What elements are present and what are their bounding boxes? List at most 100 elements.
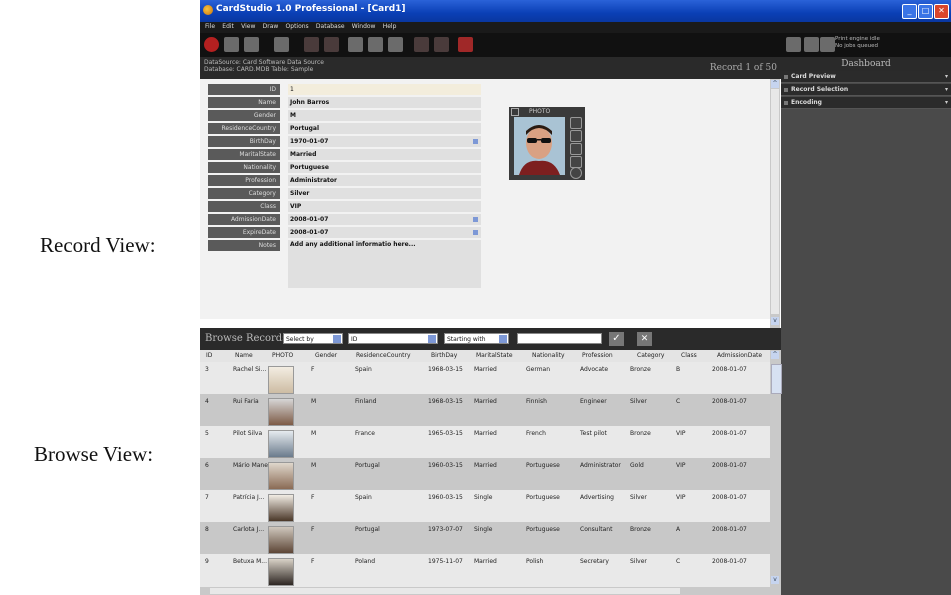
title-bar[interactable]: CardStudio 1.0 Professional - [Card1] _ …	[200, 0, 951, 22]
window-title: CardStudio 1.0 Professional - [Card1]	[216, 4, 406, 14]
select-by-dropdown[interactable]: Select by	[283, 333, 343, 344]
field-value-nationality[interactable]: Portuguese	[288, 162, 481, 173]
app-menu-icon[interactable]	[204, 37, 219, 52]
cell-nationality: German	[526, 366, 551, 373]
select-by-value: Select by	[286, 336, 314, 343]
play-icon[interactable]	[804, 37, 819, 52]
scroll-down-arrow[interactable]: v	[771, 576, 779, 584]
field-dropdown[interactable]: ID	[348, 333, 438, 344]
photo-globe-icon[interactable]	[570, 167, 582, 179]
minimize-button[interactable]: _	[902, 4, 917, 19]
scroll-up-arrow[interactable]: ^	[771, 351, 779, 359]
column-header-nationality[interactable]: Nationality	[532, 352, 565, 359]
column-header-photo[interactable]: PHOTO	[272, 352, 293, 359]
column-header-name[interactable]: Name	[235, 352, 253, 359]
field-value-expiredate[interactable]: 2008-01-07	[288, 227, 481, 238]
cell-id: 7	[205, 494, 209, 501]
table-row[interactable]: 9 Betuxa M... F Poland 1975-11-07 Marrie…	[200, 554, 770, 587]
dashboard-title: Dashboard	[781, 57, 951, 71]
browse-title: Browse Records	[205, 333, 288, 344]
menu-database[interactable]: Database	[316, 23, 345, 30]
search-go-button[interactable]: ✓	[609, 332, 624, 346]
menu-help[interactable]: Help	[383, 23, 397, 30]
cell-profession: Test pilot	[580, 430, 607, 437]
field-value-residencecountry[interactable]: Portugal	[288, 123, 481, 134]
dashboard-encoding[interactable]: Encoding ▾	[781, 97, 951, 109]
field-value-maritalstate[interactable]: Married	[288, 149, 481, 160]
photo-edit-icon[interactable]	[570, 130, 582, 142]
field-value-name[interactable]: John Barros	[288, 97, 481, 108]
scroll-thumb[interactable]	[771, 364, 782, 394]
database-icon[interactable]	[274, 37, 289, 52]
next-record-icon[interactable]	[414, 37, 429, 52]
menu-options[interactable]: Options	[286, 23, 309, 30]
menu-view[interactable]: View	[241, 23, 255, 30]
previous-record-icon[interactable]	[324, 37, 339, 52]
menu-draw[interactable]: Draw	[263, 23, 279, 30]
cell-class: B	[676, 366, 681, 373]
field-label: MaritalState	[208, 149, 280, 160]
first-record-icon[interactable]	[304, 37, 319, 52]
dashboard-item-label: Card Preview	[791, 73, 836, 80]
edit-record-icon[interactable]	[348, 37, 363, 52]
cell-marital: Married	[474, 558, 497, 565]
dashboard-record-selection[interactable]: Record Selection ▾	[781, 84, 951, 96]
field-label: Name	[208, 97, 280, 108]
photo-capture-icon[interactable]	[570, 117, 582, 129]
menu-file[interactable]: File	[205, 23, 215, 30]
column-header-class[interactable]: Class	[681, 352, 697, 359]
photo-folder-icon[interactable]	[570, 143, 582, 155]
table-row[interactable]: 6 Mário Manel M Portugal 1960-03-15 Marr…	[200, 458, 770, 490]
app-logo-icon	[203, 5, 213, 15]
save-record-icon[interactable]	[368, 37, 383, 52]
scroll-thumb[interactable]	[771, 89, 779, 314]
close-button[interactable]: ✕	[934, 4, 949, 19]
scroll-up-arrow[interactable]: ^	[771, 80, 779, 88]
column-header-gender[interactable]: Gender	[315, 352, 337, 359]
field-value-birthday[interactable]: 1970-01-07	[288, 136, 481, 147]
browse-horizontal-scrollbar[interactable]	[200, 587, 770, 595]
scroll-down-arrow[interactable]: v	[771, 317, 779, 325]
table-row[interactable]: 7 Patrícia J... F Spain 1960-03-15 Singl…	[200, 490, 770, 522]
search-clear-button[interactable]: ✕	[637, 332, 652, 346]
match-mode-dropdown[interactable]: Starting with	[444, 333, 509, 344]
search-input[interactable]	[517, 333, 602, 344]
last-record-icon[interactable]	[434, 37, 449, 52]
table-row[interactable]: 4 Rui Faria M Finland 1968-03-15 Married…	[200, 394, 770, 426]
column-header-admissiondate[interactable]: AdmissionDate	[717, 352, 762, 359]
dashboard-item-label: Encoding	[791, 99, 822, 106]
cell-admission: 2008-01-07	[712, 526, 747, 533]
field-value-category[interactable]: Silver	[288, 188, 481, 199]
dashboard-card-preview[interactable]: Card Preview ▾	[781, 71, 951, 83]
column-header-id[interactable]: ID	[206, 352, 212, 359]
field-value-profession[interactable]: Administrator	[288, 175, 481, 186]
column-header-maritalstate[interactable]: MaritalState	[476, 352, 513, 359]
menu-window[interactable]: Window	[352, 23, 376, 30]
print-icon[interactable]	[458, 37, 473, 52]
menu-edit[interactable]: Edit	[222, 23, 234, 30]
cancel-edit-icon[interactable]	[388, 37, 403, 52]
table-row[interactable]: 8 Carlota J... F Portugal 1973-07-07 Sin…	[200, 522, 770, 554]
browse-scrollbar[interactable]: ^ v	[770, 350, 782, 595]
horizontal-scroll-thumb[interactable]	[210, 588, 680, 594]
browse-header: Browse Records Select by ID Starting wit…	[200, 328, 781, 350]
column-header-birthday[interactable]: BirthDay	[431, 352, 457, 359]
table-row[interactable]: 5 Pilot Silva M France 1965-03-15 Marrie…	[200, 426, 770, 458]
field-value-class[interactable]: VIP	[288, 201, 481, 212]
field-value-admissiondate[interactable]: 2008-01-07	[288, 214, 481, 225]
column-header-profession[interactable]: Profession	[582, 352, 613, 359]
maximize-button[interactable]: □	[918, 4, 933, 19]
cell-class: VIP	[676, 430, 686, 437]
stop-icon[interactable]	[820, 37, 835, 52]
column-header-residencecountry[interactable]: ResidenceCountry	[356, 352, 411, 359]
field-value-gender[interactable]: M	[288, 110, 481, 121]
photo-image[interactable]	[514, 117, 565, 175]
field-value-id[interactable]: 1	[288, 84, 481, 95]
print-settings-icon[interactable]	[786, 37, 801, 52]
table-row[interactable]: 3 Rachel Si... F Spain 1968-03-15 Marrie…	[200, 362, 770, 394]
notes-textarea[interactable]: Add any additional informatio here...	[288, 240, 481, 288]
record-scrollbar[interactable]: ^ v	[770, 79, 780, 328]
column-header-category[interactable]: Category	[637, 352, 664, 359]
new-card-icon[interactable]	[224, 37, 239, 52]
open-card-icon[interactable]	[244, 37, 259, 52]
